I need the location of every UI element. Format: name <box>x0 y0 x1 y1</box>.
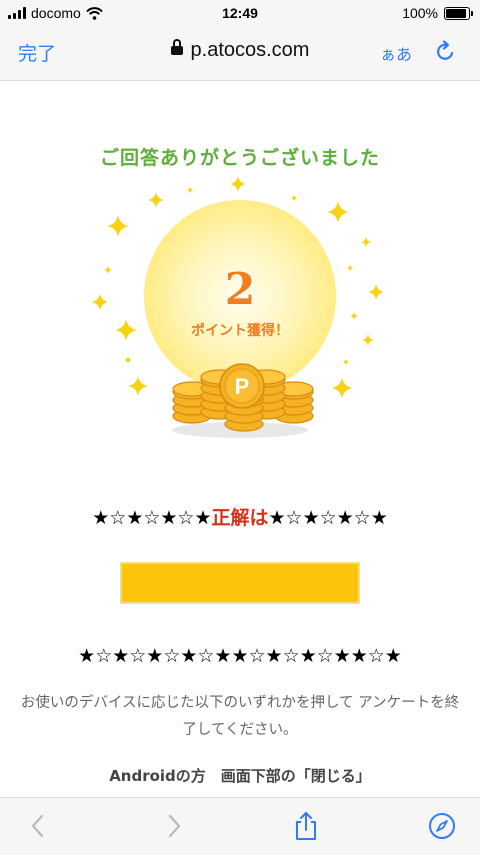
points-number: 2 <box>224 264 256 315</box>
answer-suffix: ★☆★☆★☆★ <box>268 507 388 529</box>
thanks-title: ご回答ありがとうございました <box>99 147 380 169</box>
back-icon <box>31 814 44 838</box>
battery-icon <box>444 6 473 20</box>
url-text: p.atocos.com <box>190 39 310 61</box>
stars-line: ★☆★☆★☆★☆★★☆★☆★☆★★☆★ <box>78 645 402 667</box>
p-coin-icon: P <box>219 363 265 409</box>
safari-button[interactable] <box>426 810 458 842</box>
answer-label: 正解は <box>211 507 269 529</box>
share-icon <box>296 812 316 840</box>
compass-icon <box>429 813 455 839</box>
instruction-text: お使いのデバイスに応じた以下のいずれかを押して アンケートを終了してください。 <box>20 695 460 738</box>
android-instruction: Androidの方 画面下部の「閉じる」 <box>109 767 371 785</box>
coin-label: P <box>235 374 250 399</box>
lock-icon <box>170 39 183 55</box>
browser-toolbar <box>0 797 480 855</box>
answer-line: ★☆★☆★☆★正解は★☆★☆★☆★ <box>0 503 480 530</box>
forward-icon <box>168 814 181 838</box>
back-button[interactable] <box>22 810 54 842</box>
reload-icon[interactable] <box>434 39 458 63</box>
points-label: ポイント獲得！ <box>191 323 289 339</box>
status-bar: docomo 12:49 100% <box>0 0 480 28</box>
answer-prefix: ★☆★☆★☆★ <box>92 507 212 529</box>
battery-percent: 100% <box>402 5 438 21</box>
share-button[interactable] <box>290 810 322 842</box>
forward-button[interactable] <box>158 810 190 842</box>
browser-url-bar: 完了 p.atocos.com ぁあ <box>0 28 480 81</box>
answer-box <box>120 562 360 604</box>
text-size-button[interactable]: ぁあ <box>380 41 412 65</box>
